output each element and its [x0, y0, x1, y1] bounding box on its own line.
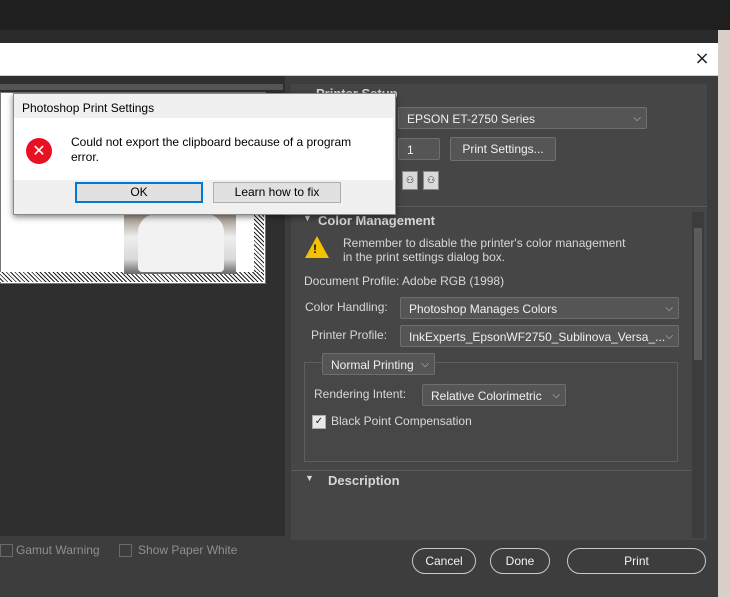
normal-printing-value: Normal Printing [331, 358, 414, 372]
warning-icon [305, 236, 329, 258]
printer-profile-label: Printer Profile: [311, 328, 388, 342]
gamut-warning-label: Gamut Warning [16, 543, 100, 557]
normal-printing-select[interactable]: Normal Printing ⌵ [322, 353, 435, 375]
color-management-header[interactable]: Color Management [318, 213, 435, 235]
error-dialog-title: Photoshop Print Settings [22, 101, 155, 115]
black-point-label: Black Point Compensation [331, 414, 472, 428]
document-profile: Document Profile: Adobe RGB (1998) [304, 274, 505, 288]
chevron-down-icon: ⌵ [552, 390, 560, 401]
rendering-intent-select[interactable]: Relative Colorimetric ⌵ [422, 384, 566, 406]
landscape-orientation-icon[interactable]: ⚇ [423, 171, 439, 190]
chevron-down-icon: ⌵ [421, 359, 429, 370]
preview-photo-shirt [138, 214, 224, 272]
copies-input[interactable]: 1 [398, 138, 440, 160]
portrait-orientation-icon[interactable]: ⚇ [402, 171, 418, 190]
color-handling-label: Color Handling: [305, 300, 388, 314]
ok-button[interactable]: OK [75, 182, 203, 203]
background-photo-strip [718, 30, 730, 597]
color-handling-select[interactable]: Photoshop Manages Colors ⌵ [400, 297, 679, 319]
rendering-intent-label: Rendering Intent: [314, 387, 407, 401]
error-icon: ✕ [26, 138, 52, 164]
printer-profile-value: InkExperts_EpsonWF2750_Sublinova_Versa_.… [409, 330, 666, 344]
show-paper-white-label: Show Paper White [138, 543, 238, 557]
rendering-options-box [304, 362, 678, 462]
cancel-button[interactable]: Cancel [412, 548, 476, 574]
print-settings-button[interactable]: Print Settings... [450, 137, 556, 161]
description-header[interactable]: Description [328, 473, 400, 495]
printer-profile-select[interactable]: InkExperts_EpsonWF2750_Sublinova_Versa_.… [400, 325, 679, 347]
learn-how-to-fix-button[interactable]: Learn how to fix [213, 182, 341, 203]
print-button[interactable]: Print [567, 548, 706, 574]
color-handling-value: Photoshop Manages Colors [409, 302, 558, 316]
black-point-checkbox[interactable]: ✓ [312, 415, 326, 429]
rendering-intent-value: Relative Colorimetric [431, 389, 542, 403]
show-paper-white-checkbox[interactable] [119, 544, 132, 557]
expand-triangle-icon[interactable]: ▼ [305, 473, 314, 495]
panel-scrollbar-thumb[interactable] [694, 228, 702, 360]
section-divider [291, 470, 691, 471]
chevron-down-icon: ⌵ [665, 331, 673, 342]
error-dialog-message: Could not export the clipboard because o… [71, 135, 352, 164]
printer-select-value: EPSON ET-2750 Series [407, 112, 536, 126]
gamut-warning-checkbox[interactable] [0, 544, 13, 557]
window-titlebar [0, 43, 718, 76]
color-management-warning: Remember to disable the printer's color … [343, 236, 626, 264]
background-topbar [0, 0, 730, 30]
preview-ruler [0, 84, 283, 90]
close-icon[interactable]: × [690, 48, 714, 70]
done-button[interactable]: Done [490, 548, 550, 574]
printer-select[interactable]: EPSON ET-2750 Series ⌵ [398, 107, 647, 129]
chevron-down-icon: ⌵ [633, 113, 641, 124]
collapse-triangle-icon[interactable]: ▼ [303, 213, 312, 235]
warning-icon-mark: ! [313, 242, 317, 256]
chevron-down-icon: ⌵ [665, 303, 673, 314]
